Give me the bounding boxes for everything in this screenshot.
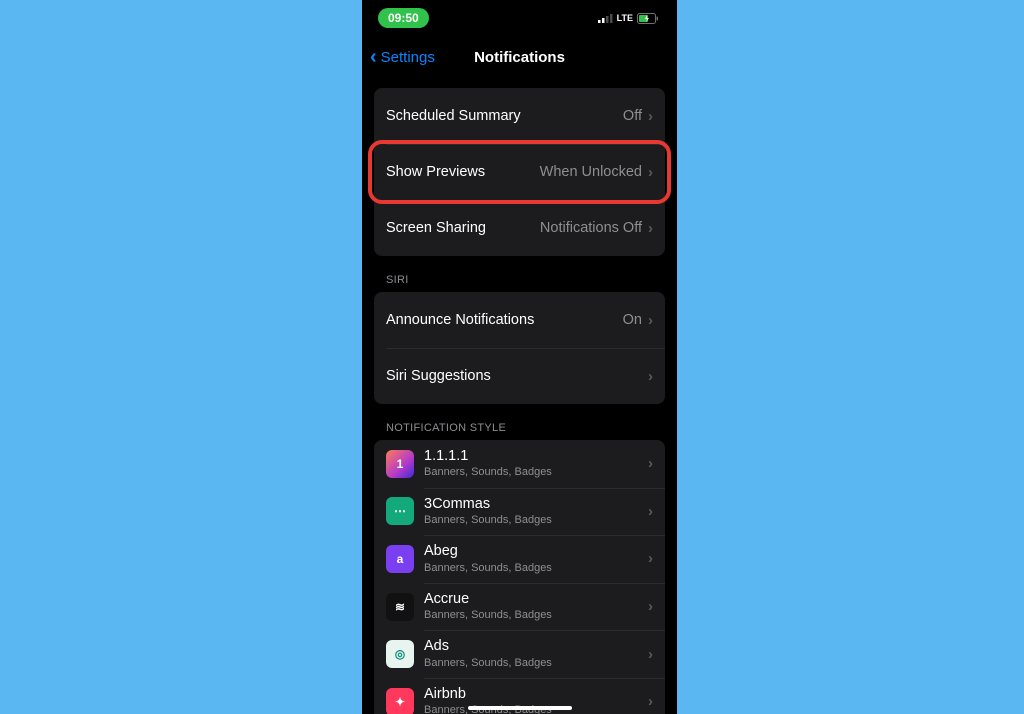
siri-row[interactable]: Siri Suggestions› xyxy=(374,348,665,404)
nav-bar: ‹ Settings Notifications xyxy=(362,40,677,74)
row-value: When Unlocked xyxy=(540,164,642,180)
app-text: AccrueBanners, Sounds, Badges xyxy=(424,591,648,623)
app-subtitle: Banners, Sounds, Badges xyxy=(424,514,648,527)
chevron-right-icon: › xyxy=(648,550,653,567)
app-name: 1.1.1.1 xyxy=(424,448,648,465)
status-right: LTE xyxy=(598,13,659,24)
app-icon: a xyxy=(386,545,414,573)
app-row[interactable]: ◎ Ads Banners, Sounds, Badges› xyxy=(374,630,665,678)
network-label: LTE xyxy=(617,13,633,23)
chevron-right-icon: › xyxy=(648,455,653,472)
app-name: Ads xyxy=(424,638,648,655)
back-label: Settings xyxy=(381,49,435,66)
app-text: 1.1.1.1Banners, Sounds, Badges xyxy=(424,448,648,480)
app-icon: 1 xyxy=(386,450,414,478)
row-value: Notifications Off xyxy=(540,220,642,236)
chevron-right-icon: › xyxy=(648,693,653,710)
apps-group: 11.1.1.1Banners, Sounds, Badges›⋯3Commas… xyxy=(374,440,665,714)
row-label: Show Previews xyxy=(386,164,540,180)
app-icon: ⋯ xyxy=(386,497,414,525)
row-label: Scheduled Summary xyxy=(386,108,623,124)
signal-icon xyxy=(598,13,613,23)
app-subtitle: Banners, Sounds, Badges xyxy=(424,466,648,479)
general-group: Scheduled SummaryOff›Show PreviewsWhen U… xyxy=(374,88,665,256)
app-subtitle: Banners, Sounds, Badges xyxy=(424,657,648,670)
battery-charging-icon xyxy=(637,13,659,24)
status-time-pill[interactable]: 09:50 xyxy=(378,8,429,28)
siri-row[interactable]: Announce NotificationsOn › xyxy=(374,292,665,348)
app-icon: ≋ xyxy=(386,593,414,621)
status-bar: 09:50 LTE xyxy=(362,0,677,36)
content-scroll[interactable]: Scheduled SummaryOff›Show PreviewsWhen U… xyxy=(362,74,677,714)
row-label: Siri Suggestions xyxy=(386,368,648,384)
phone-frame: 09:50 LTE ‹ xyxy=(362,0,677,714)
app-row[interactable]: ≋ AccrueBanners, Sounds, Badges› xyxy=(374,583,665,631)
app-name: Abeg xyxy=(424,543,648,560)
home-indicator[interactable] xyxy=(468,706,572,710)
chevron-right-icon: › xyxy=(648,108,653,125)
app-text: 3CommasBanners, Sounds, Badges xyxy=(424,496,648,528)
general-row[interactable]: Screen SharingNotifications Off › xyxy=(374,200,665,256)
app-text: Abeg Banners, Sounds, Badges xyxy=(424,543,648,575)
row-value: Off xyxy=(623,108,642,124)
siri-group: Announce NotificationsOn›Siri Suggestion… xyxy=(374,292,665,404)
row-label: Screen Sharing xyxy=(386,220,540,236)
app-row[interactable]: 1 1.1.1.1Banners, Sounds, Badges› xyxy=(374,440,665,488)
row-label: Announce Notifications xyxy=(386,312,623,328)
app-name: Accrue xyxy=(424,591,648,608)
section-header-style: NOTIFICATION STYLE xyxy=(386,422,653,434)
app-icon: ✦ xyxy=(386,688,414,714)
chevron-right-icon: › xyxy=(648,503,653,520)
app-row[interactable]: a Abeg Banners, Sounds, Badges› xyxy=(374,535,665,583)
row-value: On xyxy=(623,312,642,328)
chevron-right-icon: › xyxy=(648,598,653,615)
chevron-left-icon: ‹ xyxy=(370,47,377,67)
app-icon: ◎ xyxy=(386,640,414,668)
app-name: Airbnb xyxy=(424,686,648,703)
chevron-right-icon: › xyxy=(648,164,653,181)
app-name: 3Commas xyxy=(424,496,648,513)
general-row[interactable]: Scheduled SummaryOff › xyxy=(374,88,665,144)
app-text: Ads Banners, Sounds, Badges xyxy=(424,638,648,670)
app-subtitle: Banners, Sounds, Badges xyxy=(424,562,648,575)
back-button[interactable]: ‹ Settings xyxy=(370,47,435,67)
chevron-right-icon: › xyxy=(648,312,653,329)
general-row[interactable]: Show PreviewsWhen Unlocked › xyxy=(374,144,665,200)
app-row[interactable]: ⋯ 3CommasBanners, Sounds, Badges› xyxy=(374,488,665,536)
chevron-right-icon: › xyxy=(648,368,653,385)
chevron-right-icon: › xyxy=(648,220,653,237)
app-subtitle: Banners, Sounds, Badges xyxy=(424,609,648,622)
section-header-siri: SIRI xyxy=(386,274,653,286)
chevron-right-icon: › xyxy=(648,646,653,663)
